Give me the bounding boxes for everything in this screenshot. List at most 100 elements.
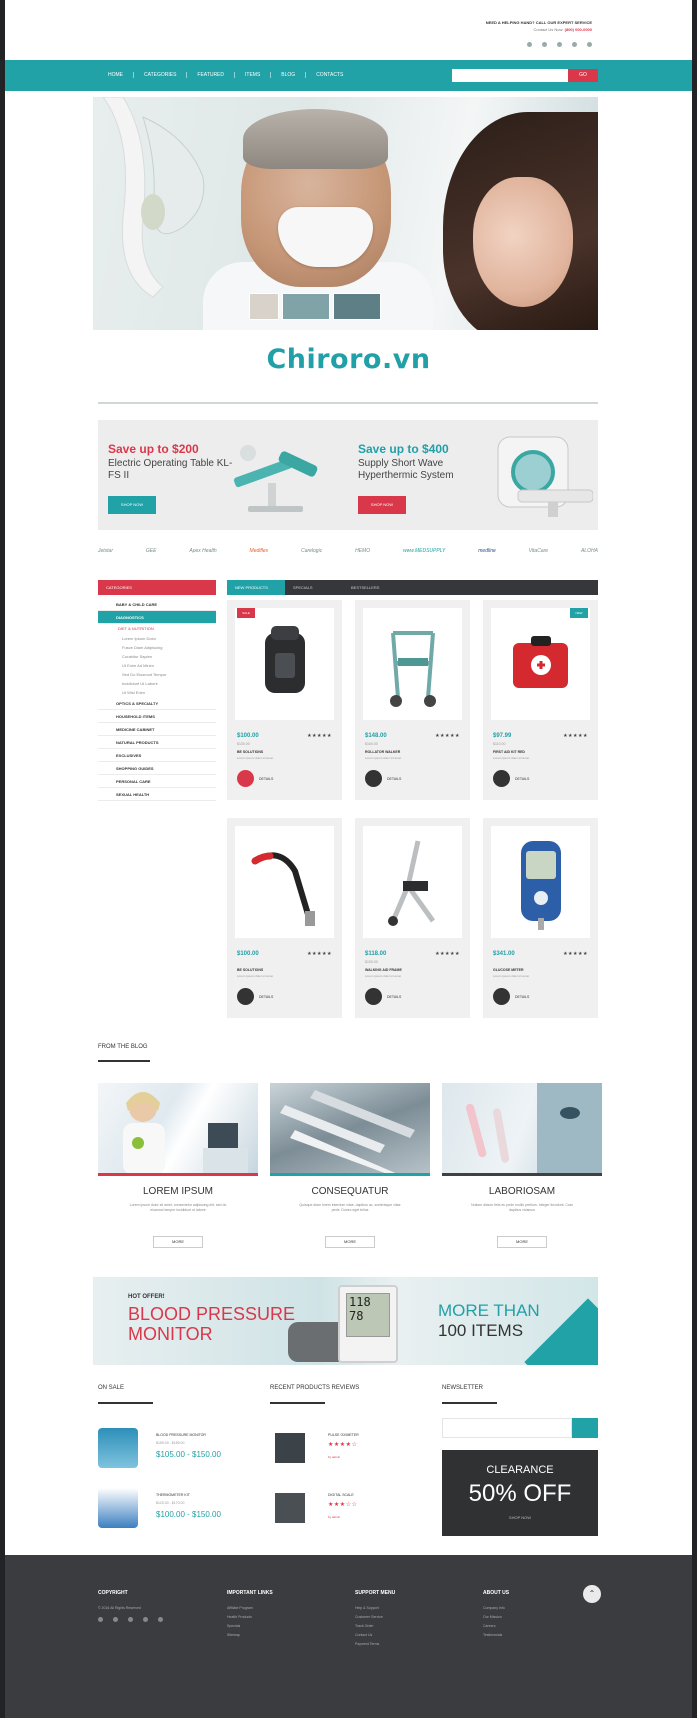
nav-featured[interactable]: FEATURED	[187, 72, 235, 78]
hero-slider[interactable]	[93, 97, 598, 330]
youtube-icon[interactable]	[587, 42, 592, 47]
blog-more-button[interactable]: MORE	[497, 1236, 547, 1248]
slider-thumb[interactable]	[333, 293, 381, 320]
sidebar-item[interactable]: SEXUAL HEALTH	[98, 788, 216, 801]
brand-logo[interactable]: Mediflex	[250, 548, 269, 554]
product-name[interactable]: WALKING AID FRAME	[365, 968, 402, 972]
sidebar-item[interactable]: PERSONAL CARE	[98, 775, 216, 788]
blog-more-button[interactable]: MORE	[153, 1236, 203, 1248]
footer-link[interactable]: Careers	[483, 1622, 598, 1631]
sidebar-item[interactable]: OPTICS & SPECIALTY	[98, 697, 216, 710]
footer-link[interactable]: Contact Us	[355, 1631, 470, 1640]
product-card[interactable]: $118.00 ★★★★★ $130.00 WALKING AID FRAME Lore…	[355, 818, 470, 1018]
hot-offer-banner[interactable]: HOT OFFER! BLOOD PRESSURE MONITOR 118 78…	[93, 1277, 598, 1365]
clearance-banner[interactable]: CLEARANCE 50% OFF SHOP NOW	[442, 1450, 598, 1536]
promo-banner-1[interactable]: Save up to $200 Electric Operating Table…	[98, 420, 348, 530]
sidebar-item[interactable]: DIAGNOSTICS	[98, 611, 216, 624]
twitter-icon[interactable]	[113, 1617, 118, 1622]
blog-post-image[interactable]	[98, 1083, 258, 1175]
review-item[interactable]: PULSE OXIMETER ★★★★☆ by admin	[270, 1428, 420, 1478]
brand-logo[interactable]: HEMO	[355, 548, 370, 554]
product-card[interactable]: $148.00 ★★★★★ $160.00 ROLLATOR WALKER Lorem …	[355, 600, 470, 800]
product-details-link[interactable]: DETAILS	[515, 995, 529, 999]
footer-link[interactable]: Specials	[227, 1622, 342, 1631]
brand-logo[interactable]: Jetstar	[98, 548, 113, 554]
product-details-link[interactable]: DETAILS	[259, 995, 273, 999]
blog-post-image[interactable]	[442, 1083, 602, 1175]
cart-icon[interactable]	[493, 988, 510, 1005]
sidebar-item[interactable]: Curabitur Sapien	[98, 652, 216, 661]
brand-logo[interactable]: GEE	[146, 548, 157, 554]
nav-items[interactable]: ITEMS	[235, 72, 272, 78]
product-image[interactable]	[491, 608, 590, 720]
brand-logo[interactable]: VitaCare	[529, 548, 548, 554]
product-name[interactable]: BE SOLUTIONS	[237, 750, 263, 754]
sidebar-item[interactable]: NATURAL PRODUCTS	[98, 736, 216, 749]
blog-more-button[interactable]: MORE	[325, 1236, 375, 1248]
newsletter-email-input[interactable]	[442, 1418, 572, 1438]
on-sale-item[interactable]: THERMOMETER KIT $120.00 - $170.00 $100.0…	[98, 1488, 248, 1538]
nav-categories[interactable]: CATEGORIES	[134, 72, 188, 78]
product-name[interactable]: ROLLATOR WALKER	[365, 750, 400, 754]
review-item[interactable]: DIGITAL SCALE ★★★☆☆ by admin	[270, 1488, 420, 1538]
sidebar-item[interactable]: Incididunt Ut Labore	[98, 679, 216, 688]
sidebar-item[interactable]: EXCLUSIVES	[98, 749, 216, 762]
footer-link[interactable]: Testimonials	[483, 1631, 598, 1640]
sidebar-item[interactable]: Fusce Diam Adipiscing	[98, 643, 216, 652]
product-details-link[interactable]: DETAILS	[387, 777, 401, 781]
footer-link[interactable]: Our Mission	[483, 1613, 598, 1622]
blog-post-title[interactable]: LOREM IPSUM	[98, 1186, 258, 1197]
pinterest-icon[interactable]	[572, 42, 577, 47]
scroll-top-icon[interactable]: ⌃	[583, 1585, 601, 1603]
blog-post-image[interactable]	[270, 1083, 430, 1175]
brand-logo[interactable]: www.MEDSUPPLY	[403, 548, 445, 554]
cart-icon[interactable]	[365, 988, 382, 1005]
product-name[interactable]: FIRST AID KIT RED	[493, 750, 525, 754]
product-image[interactable]	[491, 826, 590, 938]
sidebar-item[interactable]: BABY & CHILD CARE	[98, 598, 216, 611]
google-plus-icon[interactable]	[557, 42, 562, 47]
cart-icon[interactable]	[365, 770, 382, 787]
pinterest-icon[interactable]	[143, 1617, 148, 1622]
promo-banner-2[interactable]: Save up to $400 Supply Short Wave Hypert…	[348, 420, 598, 530]
footer-link[interactable]: Help & Support	[355, 1604, 470, 1613]
product-name[interactable]: GLUCOSE METER	[493, 968, 524, 972]
blog-post-title[interactable]: LABORIOSAM	[442, 1186, 602, 1197]
product-card[interactable]: NEW $97.99 ★★★★★ $110.00 FIRST AID KIT RED Lo…	[483, 600, 598, 800]
brand-logo[interactable]: Carelogic	[301, 548, 322, 554]
cart-icon[interactable]	[493, 770, 510, 787]
footer-link[interactable]: Affiliate Program	[227, 1604, 342, 1613]
slider-thumb[interactable]	[282, 293, 330, 320]
search-input[interactable]	[452, 69, 568, 82]
sidebar-item[interactable]: Sed Do Eiusmod Tempor	[98, 670, 216, 679]
promo-shop-button[interactable]: SHOP NOW	[358, 496, 406, 514]
product-name[interactable]: BE SOLUTIONS	[237, 968, 263, 972]
search-button[interactable]: GO	[568, 69, 598, 82]
tab-new-products[interactable]: NEW PRODUCTS	[227, 580, 285, 595]
sidebar-item[interactable]: Lorem Ipsum Dolor	[98, 634, 216, 643]
blog-post-title[interactable]: CONSEQUATUR	[270, 1186, 430, 1197]
brand-logo[interactable]: Apex Health	[189, 548, 216, 554]
nav-blog[interactable]: BLOG	[271, 72, 307, 78]
footer-link[interactable]: Customer Service	[355, 1613, 470, 1622]
youtube-icon[interactable]	[158, 1617, 163, 1622]
facebook-icon[interactable]	[98, 1617, 103, 1622]
product-image[interactable]	[235, 826, 334, 938]
product-details-link[interactable]: DETAILS	[515, 777, 529, 781]
footer-link[interactable]: Sitemap	[227, 1631, 342, 1640]
product-card[interactable]: $100.00 ★★★★★ BE SOLUTIONS Lorem ipsum dolo…	[227, 818, 342, 1018]
google-plus-icon[interactable]	[128, 1617, 133, 1622]
sidebar-item[interactable]: MEDICINE CABINET	[98, 723, 216, 736]
promo-shop-button[interactable]: SHOP NOW	[108, 496, 156, 514]
product-details-link[interactable]: DETAILS	[387, 995, 401, 999]
sidebar-item[interactable]: HOUSEHOLD ITEMS	[98, 710, 216, 723]
cart-icon[interactable]	[237, 770, 254, 787]
product-image[interactable]	[235, 608, 334, 720]
on-sale-item[interactable]: BLOOD PRESSURE MONITOR $159.00 - $189.00…	[98, 1428, 248, 1478]
nav-contacts[interactable]: CONTACTS	[306, 72, 353, 78]
product-image[interactable]	[363, 608, 462, 720]
clearance-shop-link[interactable]: SHOP NOW	[442, 1515, 598, 1520]
twitter-icon[interactable]	[542, 42, 547, 47]
product-card[interactable]: $341.00 ★★★★★ GLUCOSE METER Lorem ipsum dol…	[483, 818, 598, 1018]
tab-bestsellers[interactable]: BESTSELLERS	[343, 580, 401, 595]
